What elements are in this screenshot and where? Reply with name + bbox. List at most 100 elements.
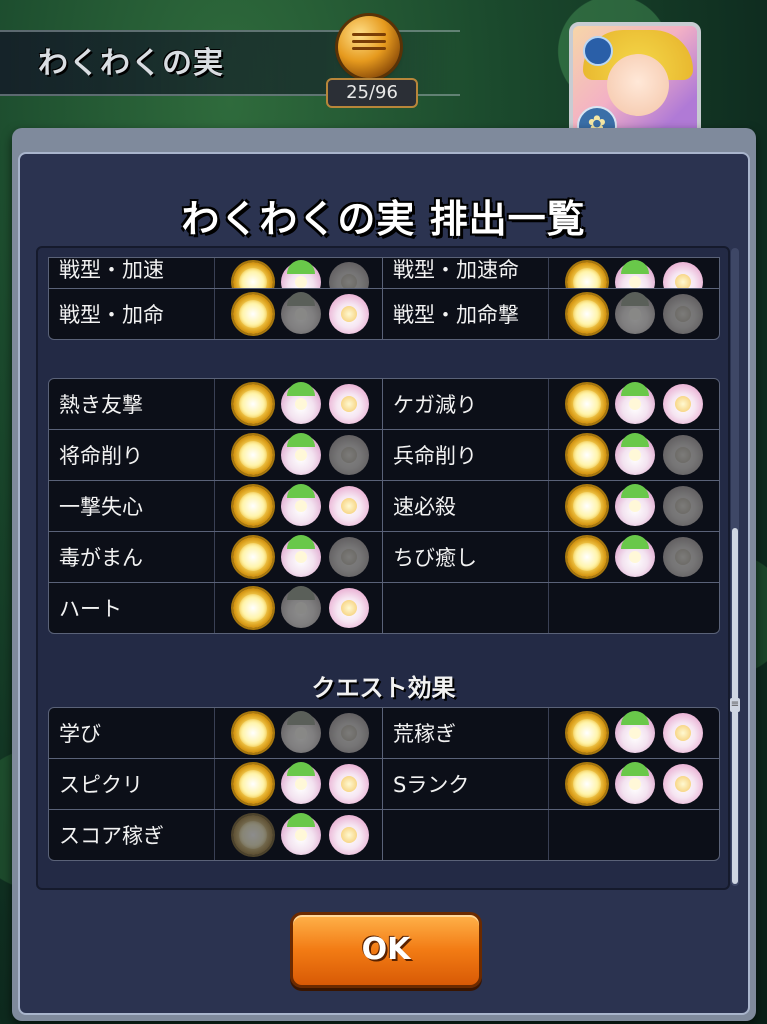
pink-grade-icon — [329, 262, 369, 288]
ability-name: 毒がまん — [49, 532, 215, 582]
pink-grade-icon — [329, 588, 369, 628]
pink-grade-icon — [329, 713, 369, 753]
ability-name: 荒稼ぎ — [383, 708, 549, 758]
ability-grade-icons — [549, 430, 717, 480]
ability-name: 戦型・加命 — [49, 289, 215, 339]
lotus-grade-icon — [615, 260, 655, 288]
ability-row: 将命削り 兵命削り — [49, 430, 719, 481]
ability-grade-icons — [215, 289, 383, 339]
ability-group: 戦型・加速 戦型・加速命 戦型・加命 戦型・加命撃 — [48, 257, 720, 340]
lotus-grade-icon — [615, 433, 655, 475]
ability-row: ハート — [49, 583, 719, 633]
lotus-grade-icon — [281, 292, 321, 334]
fruit-counter: 25/96 — [326, 78, 418, 108]
ability-grade-icons — [549, 759, 717, 809]
sun-grade-icon — [567, 486, 607, 526]
pink-grade-icon — [329, 764, 369, 804]
sun-grade-icon — [567, 764, 607, 804]
ok-button[interactable]: OK — [290, 912, 482, 988]
sun-grade-icon — [233, 713, 273, 753]
sun-grade-icon — [567, 713, 607, 753]
ability-grade-icons — [215, 708, 383, 758]
ability-grade-icons — [215, 481, 383, 531]
ability-name: 速必殺 — [383, 481, 549, 531]
ability-grade-icons — [549, 258, 717, 288]
sun-grade-icon — [233, 588, 273, 628]
ability-group: 学び 荒稼ぎ スピクリ Sランク スコア稼ぎ — [48, 707, 720, 861]
pink-grade-icon — [663, 764, 703, 804]
ability-grade-icons — [215, 379, 383, 429]
ability-grade-icons — [215, 810, 383, 860]
lotus-grade-icon — [281, 762, 321, 804]
sun-grade-icon — [567, 435, 607, 475]
ability-name: ちび癒し — [383, 532, 549, 582]
dialog-title: わくわくの実 排出一覧 — [181, 197, 586, 241]
ability-name — [383, 583, 549, 633]
ability-row: 一撃失心 速必殺 — [49, 481, 719, 532]
pink-grade-icon — [663, 713, 703, 753]
pink-grade-icon — [329, 486, 369, 526]
ability-grade-icons — [549, 810, 717, 860]
pink-grade-icon — [329, 537, 369, 577]
pink-grade-icon — [329, 815, 369, 855]
ability-grade-icons — [549, 289, 717, 339]
sun-grade-icon — [233, 486, 273, 526]
pink-grade-icon — [663, 486, 703, 526]
ability-group: 熱き友撃 ケガ減り将命削り 兵命削り一撃失心 速必殺毒がまん ちび癒しハート — [48, 378, 720, 634]
pink-grade-icon — [663, 537, 703, 577]
lotus-grade-icon — [281, 260, 321, 288]
sun-grade-icon — [567, 384, 607, 424]
pink-grade-icon — [329, 384, 369, 424]
lotus-grade-icon — [281, 586, 321, 628]
ability-name: 一撃失心 — [49, 481, 215, 531]
ability-grade-icons — [549, 583, 717, 633]
lotus-grade-icon — [615, 484, 655, 526]
pink-grade-icon — [663, 294, 703, 334]
ability-grade-icons — [215, 258, 383, 288]
ability-grade-icons — [549, 379, 717, 429]
lotus-grade-icon — [281, 484, 321, 526]
ability-row: 戦型・加速 戦型・加速命 — [49, 258, 719, 289]
ability-name: 学び — [49, 708, 215, 758]
ability-grade-icons — [549, 532, 717, 582]
sun-grade-icon — [233, 435, 273, 475]
ability-grade-icons — [215, 759, 383, 809]
sun-grade-icon — [233, 384, 273, 424]
lotus-grade-icon — [281, 813, 321, 855]
sun-grade-icon — [233, 537, 273, 577]
sun-grade-icon — [567, 294, 607, 334]
ability-row: 熱き友撃 ケガ減り — [49, 379, 719, 430]
pink-grade-icon — [663, 384, 703, 424]
ability-name: ケガ減り — [383, 379, 549, 429]
header-title: わくわくの実 — [38, 46, 224, 81]
sun-grade-icon — [567, 537, 607, 577]
lotus-grade-icon — [281, 535, 321, 577]
moon-icon — [583, 36, 613, 66]
pink-grade-icon — [663, 262, 703, 288]
fruit-icon — [338, 16, 400, 78]
sun-grade-icon — [233, 262, 273, 288]
pink-grade-icon — [329, 294, 369, 334]
ability-grade-icons — [215, 430, 383, 480]
sun-grade-icon — [567, 262, 607, 288]
ability-grade-icons — [215, 583, 383, 633]
ability-row: 毒がまん ちび癒し — [49, 532, 719, 583]
ability-name: 戦型・加速命 — [383, 258, 549, 288]
ability-name: ハート — [49, 583, 215, 633]
ability-row: スピクリ Sランク — [49, 759, 719, 810]
section-title-quest-effects: クエスト効果 — [311, 674, 456, 702]
ability-row: 戦型・加命 戦型・加命撃 — [49, 289, 719, 339]
lotus-grade-icon — [615, 382, 655, 424]
sun-grade-icon — [233, 815, 273, 855]
lotus-grade-icon — [281, 711, 321, 753]
lotus-grade-icon — [615, 762, 655, 804]
ability-grade-icons — [549, 481, 717, 531]
ability-grade-icons — [215, 532, 383, 582]
ability-name: Sランク — [383, 759, 549, 809]
ability-name: 兵命削り — [383, 430, 549, 480]
lotus-grade-icon — [281, 382, 321, 424]
ability-name: 熱き友撃 — [49, 379, 215, 429]
ability-name: 戦型・加速 — [49, 258, 215, 288]
ability-name — [383, 810, 549, 860]
ability-name: 将命削り — [49, 430, 215, 480]
